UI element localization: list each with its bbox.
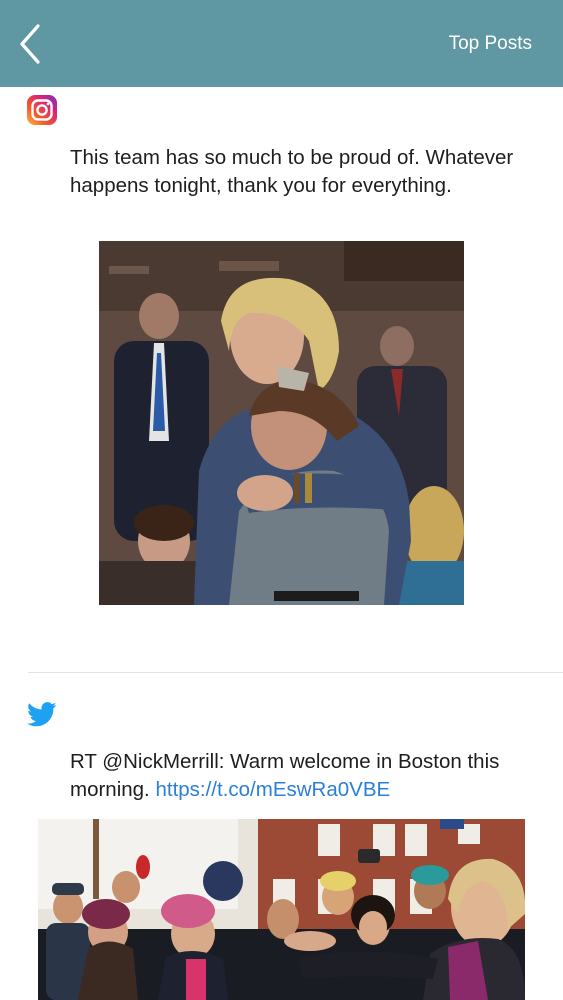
- post-twitter: RT @NickMerrill: Warm welcome in Boston …: [0, 673, 563, 1000]
- twitter-icon: [27, 702, 57, 727]
- post-link[interactable]: https://t.co/mEswRa0VBE: [155, 778, 390, 801]
- photo-crowd: [38, 819, 525, 1000]
- post-photo[interactable]: [38, 819, 525, 1000]
- top-posts-button[interactable]: Top Posts: [449, 33, 532, 55]
- instagram-icon: [27, 95, 57, 125]
- post-text: RT @NickMerrill: Warm welcome in Boston …: [70, 748, 540, 804]
- photo-embrace: [99, 241, 464, 605]
- post-text: This team has so much to be proud of. Wh…: [70, 146, 514, 197]
- back-button[interactable]: [14, 22, 48, 66]
- top-navigation-bar: Top Posts: [0, 0, 563, 87]
- chevron-left-icon: [20, 24, 40, 64]
- post-photo[interactable]: [99, 241, 464, 605]
- post-instagram: This team has so much to be proud of. Wh…: [0, 87, 563, 673]
